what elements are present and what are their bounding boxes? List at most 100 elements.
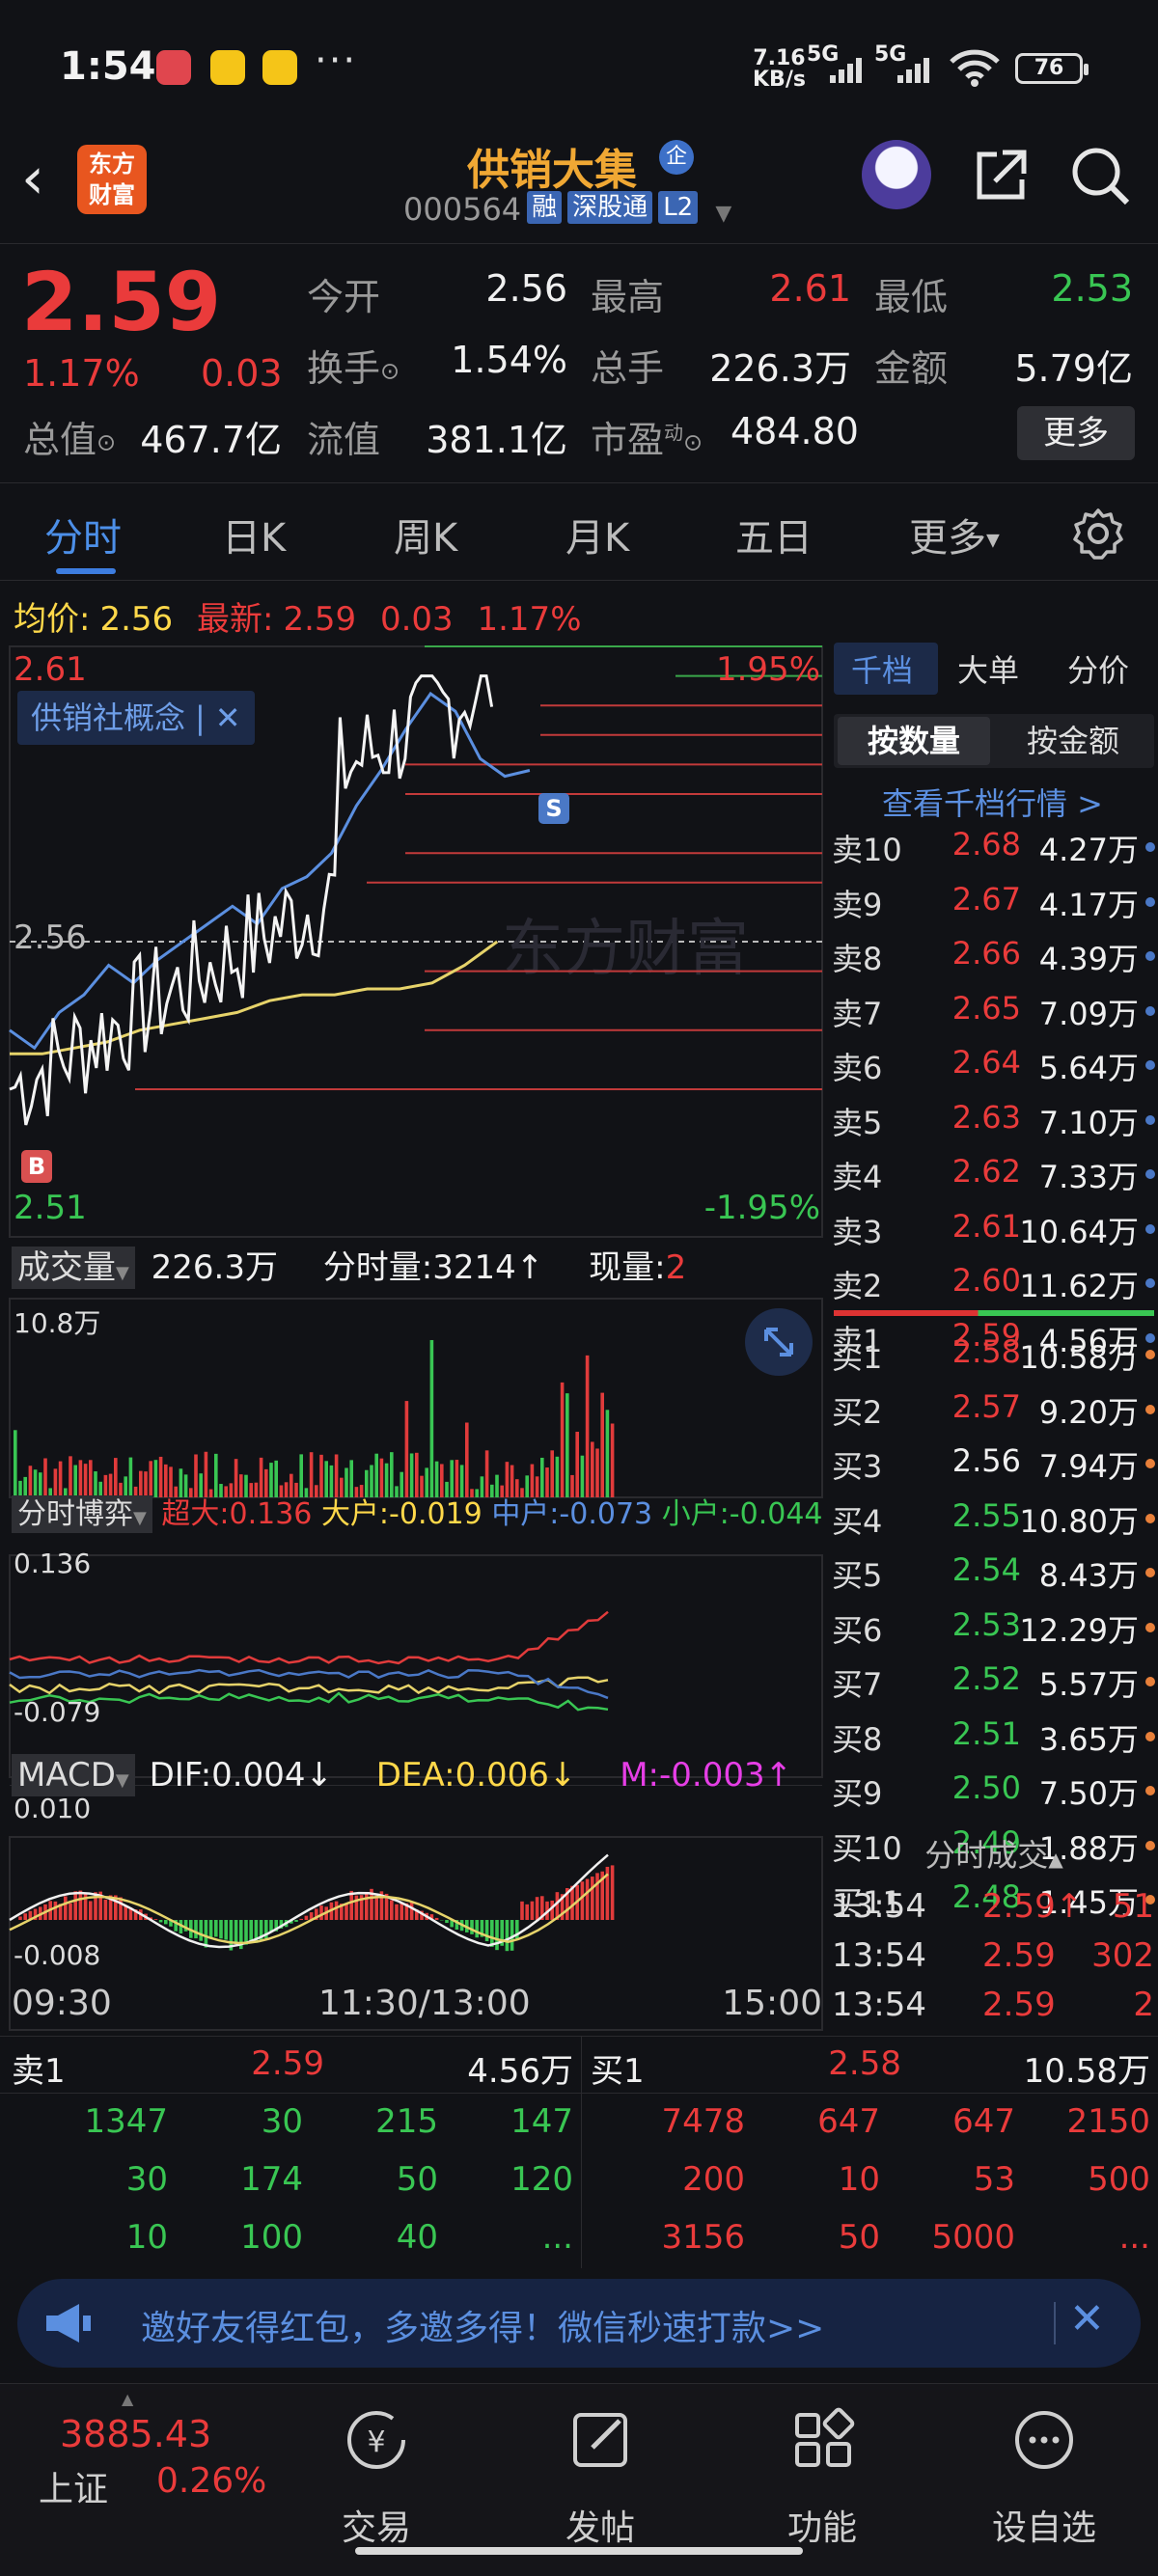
queue-buy-label: 买1	[591, 2052, 645, 2091]
trade-price: 2.59	[982, 1986, 1056, 2024]
share-icon[interactable]	[970, 145, 1030, 205]
market-cap-label[interactable]: 总值⊙	[23, 410, 116, 463]
amount-label: 金额	[874, 347, 949, 390]
macd-bar	[585, 1878, 590, 1920]
low-label: 最低	[874, 276, 949, 318]
trade-volume: 302	[1091, 1936, 1154, 1975]
bid-row[interactable]: 买7 2.52 5.57万	[830, 1660, 1158, 1707]
expand-icon	[764, 1328, 793, 1357]
more-button[interactable]: 更多	[1017, 406, 1135, 460]
macd-bar	[299, 1918, 303, 1920]
bid-dot-icon	[1145, 1404, 1155, 1414]
bid-row[interactable]: 买4 2.55 10.80万	[830, 1497, 1158, 1544]
bid-row[interactable]: 买1 2.58 10.58万	[830, 1333, 1158, 1380]
macd-bar	[124, 1905, 127, 1920]
nav-functions[interactable]: 功能	[745, 2403, 899, 2548]
robot-assistant-icon[interactable]	[862, 140, 931, 209]
ask-dot-icon	[1145, 1060, 1155, 1070]
nav-post[interactable]: 发帖	[523, 2403, 677, 2548]
tag-margin: 融	[527, 191, 563, 224]
nav-trade[interactable]: ¥ 交易	[299, 2403, 454, 2548]
time-axis-end: 15:00	[722, 1984, 822, 2023]
macd-bar	[103, 1899, 108, 1920]
chart-canvas: 东方财富	[9, 645, 823, 2031]
close-banner-icon[interactable]: ✕	[1069, 2294, 1105, 2343]
bid-row[interactable]: 买8 2.51 3.65万	[830, 1715, 1158, 1762]
tab-daily-k[interactable]: 日K	[222, 507, 286, 562]
order-queue: 卖1 2.59 4.56万 买1 2.58 10.58万 1347 30 215 14…	[0, 2036, 1158, 2268]
bid-row[interactable]: 买2 2.57 9.20万	[830, 1388, 1158, 1435]
fullscreen-button[interactable]	[745, 1308, 813, 1376]
bid-volume: 7.94万	[1038, 1448, 1139, 1485]
ask-row[interactable]: 卖3 2.61 10.64万	[830, 1208, 1158, 1254]
view-levels-link[interactable]: 查看千档行情 >	[882, 780, 1103, 824]
by-quantity-button[interactable]: 按数量	[838, 717, 990, 765]
ask-row[interactable]: 卖6 2.64 5.64万	[830, 1044, 1158, 1090]
macd-bar	[495, 1920, 499, 1951]
ask-price: 2.68	[951, 826, 1021, 863]
ask-dot-icon	[1145, 1278, 1155, 1288]
bid-dot-icon	[1145, 1459, 1155, 1468]
sell-marker[interactable]: S	[538, 793, 569, 824]
macd-bar	[434, 1917, 439, 1920]
tab-intraday[interactable]: 分时	[44, 507, 122, 562]
macd-dea: DEA:0.006↓	[375, 1756, 577, 1795]
ask-row[interactable]: 卖7 2.65 7.09万	[830, 990, 1158, 1036]
tab-more[interactable]: 更多▼	[909, 507, 1000, 562]
trades-header[interactable]: 分时成交▲	[830, 1831, 1158, 1876]
macd-selector[interactable]: MACD▼	[12, 1754, 135, 1796]
macd-bar	[23, 1913, 27, 1920]
bid-row[interactable]: 买5 2.54 8.43万	[830, 1551, 1158, 1598]
pe-label[interactable]: 市盈动⊙	[591, 410, 703, 463]
by-amount-button[interactable]: 按金额	[996, 717, 1150, 765]
stock-code-row[interactable]: 000564 融深股通 L2 ▼	[403, 191, 731, 228]
ask-level-label: 卖9	[832, 886, 883, 923]
back-arrow-icon[interactable]: ‹	[21, 145, 44, 212]
promo-banner[interactable]: 邀好友得红包，多邀多得！微信秒速打款>> ✕	[17, 2279, 1141, 2368]
bid-level-label: 买4	[832, 1502, 883, 1540]
search-icon[interactable]	[1069, 145, 1131, 206]
tab-monthly-k[interactable]: 月K	[565, 507, 629, 562]
change-amount: 0.03	[201, 352, 283, 395]
tab-thousand-levels[interactable]: 千档	[851, 646, 913, 691]
volume-selector[interactable]: 成交量▼	[12, 1247, 135, 1289]
queue-order: 215	[375, 2102, 438, 2141]
bid-price: 2.53	[951, 1605, 1021, 1643]
ask-row[interactable]: 卖4 2.62 7.33万	[830, 1153, 1158, 1199]
tab-weekly-k[interactable]: 周K	[394, 507, 457, 562]
tab-price-dist[interactable]: 分价	[1067, 646, 1129, 691]
bid-row[interactable]: 买3 2.56 7.94万	[830, 1442, 1158, 1489]
buy-marker[interactable]: B	[21, 1150, 52, 1183]
ask-row[interactable]: 卖2 2.60 11.62万	[830, 1262, 1158, 1308]
caret-up-icon: ▲	[1048, 1848, 1063, 1871]
flow-selector[interactable]: 分时博弈▼	[12, 1495, 152, 1533]
open-label: 今开	[307, 276, 381, 318]
ask-row[interactable]: 卖9 2.67 4.17万	[830, 881, 1158, 927]
tab-big-orders[interactable]: 大单	[957, 646, 1019, 691]
ask-row[interactable]: 卖8 2.66 4.39万	[830, 935, 1158, 981]
volume-total: 226.3万	[151, 1248, 278, 1287]
stock-name[interactable]: 供销大集	[467, 135, 637, 197]
trade-time: 13:54	[832, 1936, 926, 1975]
turnover-label[interactable]: 换手⊙	[307, 339, 400, 392]
index-widget[interactable]: ▲ 3885.43 上证 0.26%	[19, 2384, 270, 2529]
tab-five-day[interactable]: 五日	[735, 507, 813, 562]
bid-row[interactable]: 买9 2.50 7.50万	[830, 1769, 1158, 1816]
macd-bar	[89, 1901, 93, 1920]
ask-volume: 7.10万	[1038, 1104, 1139, 1141]
nav-watchlist[interactable]: 设自选	[967, 2403, 1121, 2548]
ask-row[interactable]: 卖5 2.63 7.10万	[830, 1099, 1158, 1145]
ask-volume: 7.33万	[1038, 1159, 1139, 1195]
queue-buy-price: 2.58	[828, 2044, 901, 2083]
queue-order: 147	[510, 2102, 573, 2141]
intraday-chart[interactable]: 东方财富 2.61 2.56 2.51 1.95% -1.95% 供销社概念 | ✕…	[0, 637, 830, 2036]
queue-order: 500	[1088, 2160, 1150, 2199]
bid-row[interactable]: 买6 2.53 12.29万	[830, 1606, 1158, 1653]
close-tag-icon[interactable]: ✕	[215, 699, 241, 736]
queue-buy-volume: 10.58万	[1023, 2052, 1150, 2091]
settings-gear-icon[interactable]	[1071, 507, 1125, 561]
ask-row[interactable]: 卖10 2.68 4.27万	[830, 826, 1158, 872]
macd-bar	[319, 1905, 323, 1920]
concept-tag[interactable]: 供销社概念 | ✕	[17, 691, 255, 745]
bid-dot-icon	[1145, 1513, 1155, 1523]
